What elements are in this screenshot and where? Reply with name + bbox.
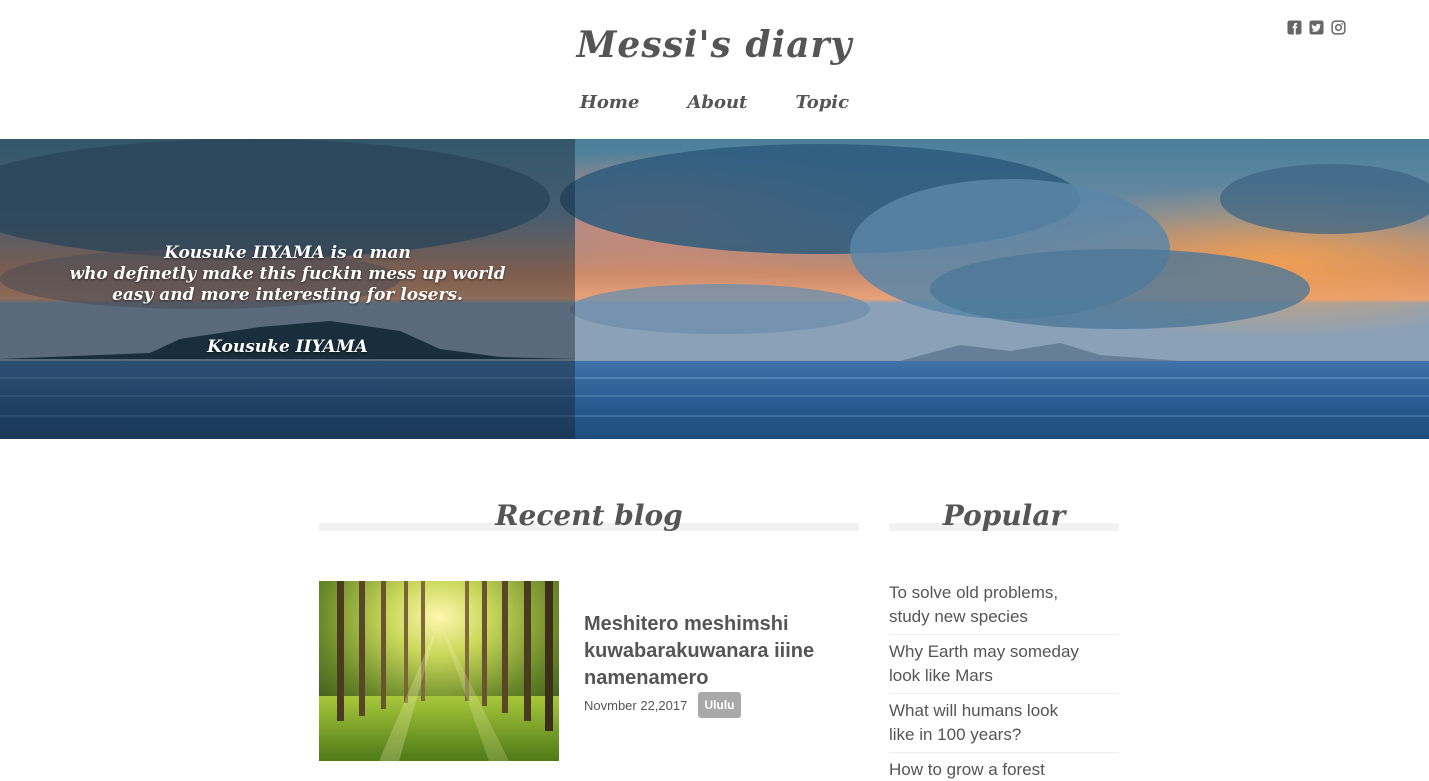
popular-divider bbox=[889, 634, 1119, 635]
popular-item-line: Why Earth may someday bbox=[889, 642, 1079, 661]
nav-topic[interactable]: Topic bbox=[795, 92, 849, 113]
forest-image bbox=[319, 581, 559, 761]
popular-item-line: How to grow a forest bbox=[889, 760, 1045, 779]
post-thumbnail[interactable] bbox=[319, 581, 559, 761]
facebook-icon[interactable] bbox=[1287, 20, 1302, 35]
post-date: Novmber 22,2017 bbox=[584, 698, 688, 713]
popular-divider bbox=[889, 752, 1119, 753]
popular-item[interactable]: To solve old problems, study new species bbox=[889, 581, 1119, 629]
popular-item[interactable]: How to grow a forest bbox=[889, 758, 1119, 781]
popular-item-line: like in 100 years? bbox=[889, 725, 1022, 744]
hero-quote-line: Kousuke IIYAMA is a man bbox=[164, 243, 411, 263]
social-links bbox=[1287, 20, 1346, 35]
site-title[interactable]: Messi's diary bbox=[0, 24, 1429, 66]
main-nav: Home About Topic bbox=[0, 92, 1429, 113]
instagram-icon[interactable] bbox=[1331, 20, 1346, 35]
hero-quote: Kousuke IIYAMA is a man who definetly ma… bbox=[0, 243, 575, 306]
popular-heading: Popular bbox=[942, 499, 1066, 532]
recent-blog-heading: Recent blog bbox=[495, 499, 683, 532]
post-title[interactable]: Meshitero meshimshi kuwabarakuwanara iii… bbox=[584, 611, 854, 692]
popular-item-line: To solve old problems, bbox=[889, 583, 1059, 602]
hero-quote-line: who definetly make this fuckin mess up w… bbox=[69, 264, 506, 284]
popular-item-line: look like Mars bbox=[889, 666, 993, 685]
popular-item[interactable]: What will humans look like in 100 years? bbox=[889, 699, 1119, 747]
twitter-icon[interactable] bbox=[1309, 20, 1324, 35]
hero-quote-author: Kousuke IIYAMA bbox=[207, 337, 368, 357]
popular-divider bbox=[889, 693, 1119, 694]
nav-home[interactable]: Home bbox=[580, 92, 640, 113]
site-header: Messi's diary Home About Topic bbox=[0, 0, 1429, 139]
hero-banner: Kousuke IIYAMA is a man who definetly ma… bbox=[0, 139, 1429, 439]
popular-item-line: study new species bbox=[889, 607, 1028, 626]
hero-quote-line: easy and more interesting for losers. bbox=[112, 285, 463, 305]
popular-item[interactable]: Why Earth may someday look like Mars bbox=[889, 640, 1119, 688]
post-tag-badge[interactable]: Ululu bbox=[698, 692, 741, 718]
popular-item-line: What will humans look bbox=[889, 701, 1059, 720]
nav-about[interactable]: About bbox=[687, 92, 747, 113]
